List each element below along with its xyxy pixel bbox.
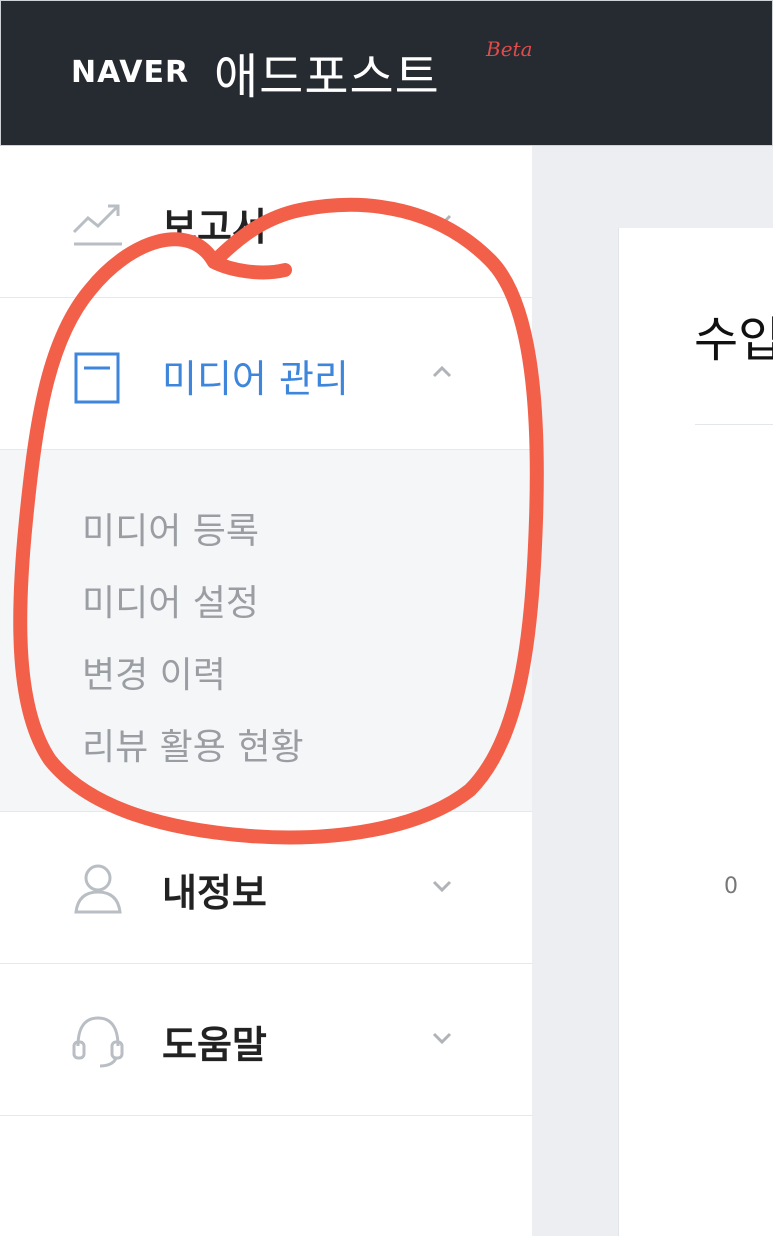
beta-badge: Beta <box>486 37 533 61</box>
chevron-up-icon <box>432 365 452 378</box>
submenu-review-usage[interactable]: 리뷰 활용 현황 <box>82 718 304 770</box>
axis-value: 0 <box>724 874 738 899</box>
chevron-down-icon <box>432 214 452 227</box>
sidebar-item-media-management[interactable]: 미디어 관리 <box>0 298 532 450</box>
adpost-title[interactable]: 애드포스트 <box>214 37 440 107</box>
chevron-down-icon <box>432 1032 452 1045</box>
user-icon <box>74 864 122 914</box>
submenu-change-history[interactable]: 변경 이력 <box>82 646 226 698</box>
sidebar-item-reports[interactable]: 보고서 <box>0 146 532 298</box>
naver-logo[interactable]: NAVER <box>71 55 189 90</box>
chart-line-icon <box>72 204 122 246</box>
sidebar-item-label: 도움말 <box>162 1023 267 1067</box>
sidebar-item-label: 미디어 관리 <box>162 357 349 401</box>
panel-title: 수입 <box>694 312 773 368</box>
app-header: NAVER 애드포스트 Beta <box>0 0 773 146</box>
sidebar-item-my-info[interactable]: 내정보 <box>0 812 532 964</box>
sidebar-item-label: 내정보 <box>162 871 267 915</box>
sidebar-item-label: 보고서 <box>162 205 267 249</box>
submenu-media-settings[interactable]: 미디어 설정 <box>82 574 259 626</box>
sidebar-item-help[interactable]: 도움말 <box>0 964 532 1116</box>
content-panel <box>618 228 773 1236</box>
document-icon <box>74 352 120 404</box>
chevron-down-icon <box>432 880 452 893</box>
sidebar: 보고서 미디어 관리 미디어 등록 미디어 설정 변경 이력 리뷰 활용 현황 … <box>0 146 532 1236</box>
divider <box>695 424 773 425</box>
headset-icon <box>72 1016 124 1068</box>
submenu-media-register[interactable]: 미디어 등록 <box>82 502 259 554</box>
media-submenu: 미디어 등록 미디어 설정 변경 이력 리뷰 활용 현황 <box>0 450 532 812</box>
